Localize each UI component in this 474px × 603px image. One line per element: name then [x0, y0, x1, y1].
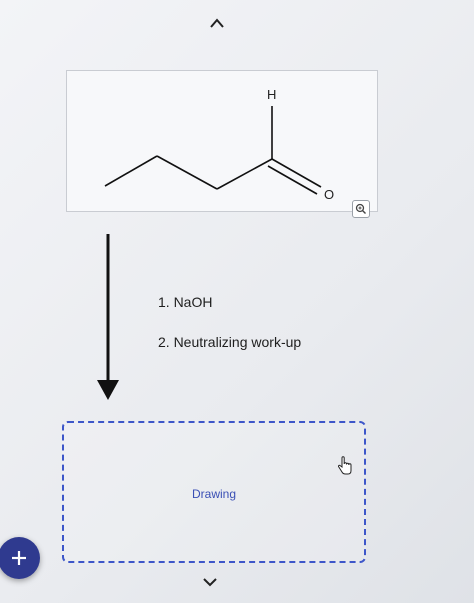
plus-icon	[12, 551, 26, 565]
magnifier-icon	[355, 203, 366, 214]
oxygen-atom-label: O	[324, 187, 335, 202]
drawing-label: Drawing	[191, 487, 236, 501]
hydrogen-atom-label: H	[267, 87, 277, 102]
reactant-structure-panel: H O	[66, 70, 378, 212]
add-button[interactable]	[0, 537, 40, 579]
hand-cursor-icon	[337, 456, 352, 475]
chevron-down-icon[interactable]	[203, 577, 217, 587]
chevron-up-icon[interactable]	[210, 18, 224, 28]
reaction-arrow	[97, 234, 119, 400]
condition-step-1: 1. NaOH	[158, 294, 213, 310]
product-drawing-area[interactable]: Drawing	[62, 421, 366, 563]
question-page: H O 1. NaOH 2. Neutralizing work-up Draw…	[0, 0, 474, 603]
condition-step-2: 2. Neutralizing work-up	[158, 334, 302, 350]
zoom-button[interactable]	[352, 200, 370, 218]
